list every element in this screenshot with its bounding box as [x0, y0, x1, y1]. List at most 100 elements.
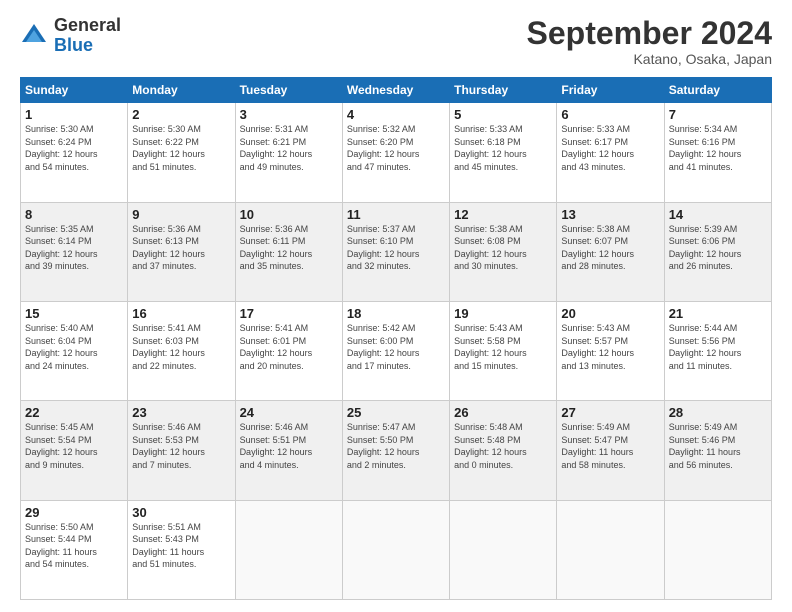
- day-detail: Sunrise: 5:38 AM Sunset: 6:07 PM Dayligh…: [561, 223, 659, 273]
- day-detail: Sunrise: 5:33 AM Sunset: 6:17 PM Dayligh…: [561, 123, 659, 173]
- table-cell: [450, 500, 557, 599]
- day-detail: Sunrise: 5:37 AM Sunset: 6:10 PM Dayligh…: [347, 223, 445, 273]
- table-cell: 22Sunrise: 5:45 AM Sunset: 5:54 PM Dayli…: [21, 401, 128, 500]
- day-detail: Sunrise: 5:32 AM Sunset: 6:20 PM Dayligh…: [347, 123, 445, 173]
- table-cell: 28Sunrise: 5:49 AM Sunset: 5:46 PM Dayli…: [664, 401, 771, 500]
- table-cell: 8Sunrise: 5:35 AM Sunset: 6:14 PM Daylig…: [21, 202, 128, 301]
- page: General Blue September 2024 Katano, Osak…: [0, 0, 792, 612]
- day-detail: Sunrise: 5:42 AM Sunset: 6:00 PM Dayligh…: [347, 322, 445, 372]
- day-number: 10: [240, 207, 338, 222]
- day-detail: Sunrise: 5:46 AM Sunset: 5:51 PM Dayligh…: [240, 421, 338, 471]
- calendar-row-2: 8Sunrise: 5:35 AM Sunset: 6:14 PM Daylig…: [21, 202, 772, 301]
- day-detail: Sunrise: 5:34 AM Sunset: 6:16 PM Dayligh…: [669, 123, 767, 173]
- col-saturday: Saturday: [664, 78, 771, 103]
- day-number: 20: [561, 306, 659, 321]
- day-number: 11: [347, 207, 445, 222]
- table-cell: 18Sunrise: 5:42 AM Sunset: 6:00 PM Dayli…: [342, 301, 449, 400]
- day-number: 28: [669, 405, 767, 420]
- day-number: 27: [561, 405, 659, 420]
- col-sunday: Sunday: [21, 78, 128, 103]
- day-detail: Sunrise: 5:48 AM Sunset: 5:48 PM Dayligh…: [454, 421, 552, 471]
- table-cell: 13Sunrise: 5:38 AM Sunset: 6:07 PM Dayli…: [557, 202, 664, 301]
- day-detail: Sunrise: 5:45 AM Sunset: 5:54 PM Dayligh…: [25, 421, 123, 471]
- calendar-row-3: 15Sunrise: 5:40 AM Sunset: 6:04 PM Dayli…: [21, 301, 772, 400]
- table-cell: 14Sunrise: 5:39 AM Sunset: 6:06 PM Dayli…: [664, 202, 771, 301]
- table-cell: 9Sunrise: 5:36 AM Sunset: 6:13 PM Daylig…: [128, 202, 235, 301]
- day-detail: Sunrise: 5:49 AM Sunset: 5:47 PM Dayligh…: [561, 421, 659, 471]
- col-friday: Friday: [557, 78, 664, 103]
- table-cell: 3Sunrise: 5:31 AM Sunset: 6:21 PM Daylig…: [235, 103, 342, 202]
- location-subtitle: Katano, Osaka, Japan: [527, 51, 772, 67]
- day-detail: Sunrise: 5:50 AM Sunset: 5:44 PM Dayligh…: [25, 521, 123, 571]
- day-number: 15: [25, 306, 123, 321]
- day-number: 30: [132, 505, 230, 520]
- table-cell: 19Sunrise: 5:43 AM Sunset: 5:58 PM Dayli…: [450, 301, 557, 400]
- day-detail: Sunrise: 5:41 AM Sunset: 6:03 PM Dayligh…: [132, 322, 230, 372]
- day-detail: Sunrise: 5:41 AM Sunset: 6:01 PM Dayligh…: [240, 322, 338, 372]
- day-detail: Sunrise: 5:47 AM Sunset: 5:50 PM Dayligh…: [347, 421, 445, 471]
- logo: General Blue: [20, 16, 121, 56]
- table-cell: [557, 500, 664, 599]
- day-number: 12: [454, 207, 552, 222]
- day-number: 25: [347, 405, 445, 420]
- logo-blue: Blue: [54, 35, 93, 55]
- table-cell: 16Sunrise: 5:41 AM Sunset: 6:03 PM Dayli…: [128, 301, 235, 400]
- calendar-row-1: 1Sunrise: 5:30 AM Sunset: 6:24 PM Daylig…: [21, 103, 772, 202]
- calendar-header-row: Sunday Monday Tuesday Wednesday Thursday…: [21, 78, 772, 103]
- col-wednesday: Wednesday: [342, 78, 449, 103]
- day-number: 24: [240, 405, 338, 420]
- day-detail: Sunrise: 5:38 AM Sunset: 6:08 PM Dayligh…: [454, 223, 552, 273]
- day-number: 8: [25, 207, 123, 222]
- day-number: 17: [240, 306, 338, 321]
- day-number: 19: [454, 306, 552, 321]
- day-detail: Sunrise: 5:30 AM Sunset: 6:24 PM Dayligh…: [25, 123, 123, 173]
- title-block: September 2024 Katano, Osaka, Japan: [527, 16, 772, 67]
- day-number: 13: [561, 207, 659, 222]
- day-detail: Sunrise: 5:35 AM Sunset: 6:14 PM Dayligh…: [25, 223, 123, 273]
- table-cell: [235, 500, 342, 599]
- day-number: 5: [454, 107, 552, 122]
- day-number: 9: [132, 207, 230, 222]
- table-cell: 10Sunrise: 5:36 AM Sunset: 6:11 PM Dayli…: [235, 202, 342, 301]
- day-number: 23: [132, 405, 230, 420]
- table-cell: 26Sunrise: 5:48 AM Sunset: 5:48 PM Dayli…: [450, 401, 557, 500]
- day-detail: Sunrise: 5:39 AM Sunset: 6:06 PM Dayligh…: [669, 223, 767, 273]
- day-detail: Sunrise: 5:36 AM Sunset: 6:11 PM Dayligh…: [240, 223, 338, 273]
- table-cell: 24Sunrise: 5:46 AM Sunset: 5:51 PM Dayli…: [235, 401, 342, 500]
- logo-icon: [20, 22, 48, 50]
- table-cell: 17Sunrise: 5:41 AM Sunset: 6:01 PM Dayli…: [235, 301, 342, 400]
- table-cell: 25Sunrise: 5:47 AM Sunset: 5:50 PM Dayli…: [342, 401, 449, 500]
- table-cell: 6Sunrise: 5:33 AM Sunset: 6:17 PM Daylig…: [557, 103, 664, 202]
- calendar-row-5: 29Sunrise: 5:50 AM Sunset: 5:44 PM Dayli…: [21, 500, 772, 599]
- table-cell: 21Sunrise: 5:44 AM Sunset: 5:56 PM Dayli…: [664, 301, 771, 400]
- col-tuesday: Tuesday: [235, 78, 342, 103]
- calendar-table: Sunday Monday Tuesday Wednesday Thursday…: [20, 77, 772, 600]
- day-number: 22: [25, 405, 123, 420]
- table-cell: 5Sunrise: 5:33 AM Sunset: 6:18 PM Daylig…: [450, 103, 557, 202]
- table-cell: 12Sunrise: 5:38 AM Sunset: 6:08 PM Dayli…: [450, 202, 557, 301]
- day-detail: Sunrise: 5:40 AM Sunset: 6:04 PM Dayligh…: [25, 322, 123, 372]
- day-detail: Sunrise: 5:51 AM Sunset: 5:43 PM Dayligh…: [132, 521, 230, 571]
- logo-general: General: [54, 15, 121, 35]
- table-cell: 1Sunrise: 5:30 AM Sunset: 6:24 PM Daylig…: [21, 103, 128, 202]
- table-cell: 23Sunrise: 5:46 AM Sunset: 5:53 PM Dayli…: [128, 401, 235, 500]
- day-number: 6: [561, 107, 659, 122]
- day-detail: Sunrise: 5:30 AM Sunset: 6:22 PM Dayligh…: [132, 123, 230, 173]
- day-detail: Sunrise: 5:49 AM Sunset: 5:46 PM Dayligh…: [669, 421, 767, 471]
- col-monday: Monday: [128, 78, 235, 103]
- day-detail: Sunrise: 5:44 AM Sunset: 5:56 PM Dayligh…: [669, 322, 767, 372]
- table-cell: 2Sunrise: 5:30 AM Sunset: 6:22 PM Daylig…: [128, 103, 235, 202]
- day-number: 26: [454, 405, 552, 420]
- table-cell: [342, 500, 449, 599]
- day-detail: Sunrise: 5:36 AM Sunset: 6:13 PM Dayligh…: [132, 223, 230, 273]
- day-number: 21: [669, 306, 767, 321]
- day-detail: Sunrise: 5:31 AM Sunset: 6:21 PM Dayligh…: [240, 123, 338, 173]
- table-cell: 15Sunrise: 5:40 AM Sunset: 6:04 PM Dayli…: [21, 301, 128, 400]
- table-cell: 20Sunrise: 5:43 AM Sunset: 5:57 PM Dayli…: [557, 301, 664, 400]
- table-cell: 7Sunrise: 5:34 AM Sunset: 6:16 PM Daylig…: [664, 103, 771, 202]
- day-detail: Sunrise: 5:43 AM Sunset: 5:57 PM Dayligh…: [561, 322, 659, 372]
- day-number: 18: [347, 306, 445, 321]
- table-cell: 27Sunrise: 5:49 AM Sunset: 5:47 PM Dayli…: [557, 401, 664, 500]
- day-detail: Sunrise: 5:33 AM Sunset: 6:18 PM Dayligh…: [454, 123, 552, 173]
- day-number: 3: [240, 107, 338, 122]
